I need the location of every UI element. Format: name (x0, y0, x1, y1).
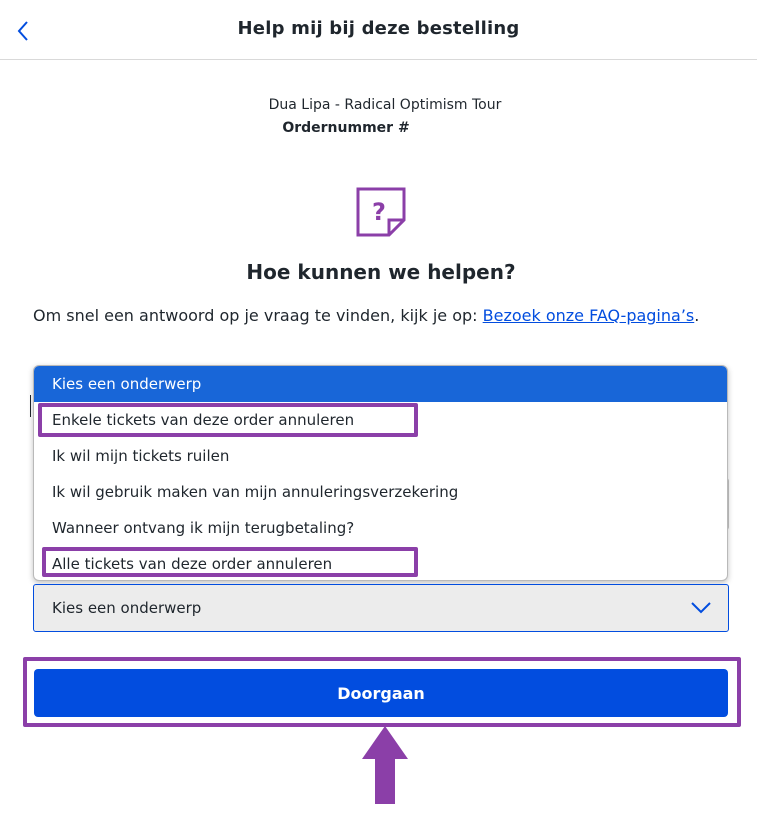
chevron-down-icon (691, 602, 711, 614)
dropdown-option-cancel-all-tickets[interactable]: Alle tickets van deze order annuleren (34, 546, 727, 580)
continue-button[interactable]: Doorgaan (34, 669, 728, 717)
dropdown-option-refund-timing[interactable]: Wanneer ontvang ik mijn terugbetaling? (34, 510, 727, 546)
up-arrow-icon (362, 726, 408, 804)
faq-link[interactable]: Bezoek onze FAQ-pagina’s (483, 306, 695, 325)
topic-select-value: Kies een onderwerp (52, 599, 202, 617)
dropdown-option-choose-topic[interactable]: Kies een onderwerp (34, 366, 727, 402)
order-number: Ordernummer # (282, 120, 410, 136)
header: Help mij bij deze bestelling (0, 0, 757, 60)
help-heading: Hoe kunnen we helpen? (246, 260, 516, 284)
topic-dropdown-list[interactable]: Kies een onderwerp Enkele tickets van de… (33, 365, 728, 581)
question-mark-glyph: ? (372, 198, 386, 226)
help-text-before-link: Om snel een antwoord op je vraag te vind… (33, 306, 483, 325)
help-text-after-link: . (694, 306, 700, 325)
help-text: Om snel een antwoord op je vraag te vind… (33, 304, 713, 328)
dropdown-option-cancel-some-tickets[interactable]: Enkele tickets van deze order annuleren (34, 402, 727, 438)
question-mark-icon: ? (356, 187, 406, 237)
event-name: Dua Lipa - Radical Optimism Tour (268, 97, 502, 113)
dropdown-option-cancellation-insurance[interactable]: Ik wil gebruik maken van mijn annulering… (34, 474, 727, 510)
page-title: Help mij bij deze bestelling (237, 18, 520, 39)
help-order-page: Help mij bij deze bestelling Dua Lipa - … (0, 0, 757, 820)
topic-select[interactable]: Kies een onderwerp (33, 584, 729, 632)
dropdown-option-exchange-tickets[interactable]: Ik wil mijn tickets ruilen (34, 438, 727, 474)
